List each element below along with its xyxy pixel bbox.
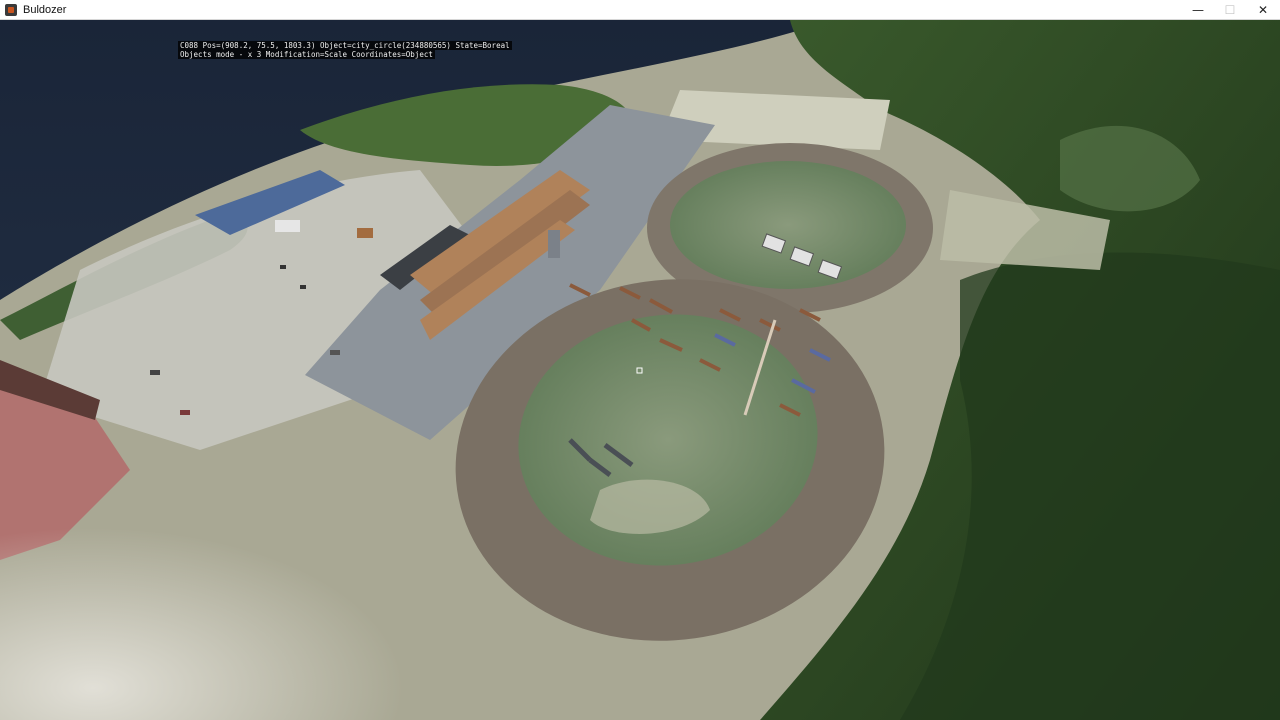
stand-pillar: [548, 230, 560, 258]
minimize-button[interactable]: —: [1182, 0, 1214, 20]
3d-viewport[interactable]: C088 Pos=(908.2, 75.5, 1803.3) Object=ci…: [0, 20, 1280, 720]
close-button[interactable]: ✕: [1246, 0, 1280, 20]
maximize-button[interactable]: ☐: [1214, 0, 1246, 20]
scene-render: [0, 20, 1280, 720]
window-controls: — ☐ ✕: [1182, 0, 1280, 20]
hud-mode-line: Objects mode - x 3 Modification=Scale Co…: [178, 50, 435, 59]
foreground-fog: [0, 400, 620, 720]
app-icon: [5, 3, 17, 16]
hud-status-line: C088 Pos=(908.2, 75.5, 1803.3) Object=ci…: [178, 41, 512, 50]
window-title: Buldozer: [23, 3, 67, 16]
title-bar[interactable]: Buldozer — ☐ ✕: [0, 0, 1280, 20]
hud-overlay: C088 Pos=(908.2, 75.5, 1803.3) Object=ci…: [178, 41, 512, 59]
small-oval-infield: [670, 161, 906, 289]
buldozer-window: Buldozer — ☐ ✕ C088 Pos=(908.2, 75.5, 18…: [0, 0, 1280, 720]
